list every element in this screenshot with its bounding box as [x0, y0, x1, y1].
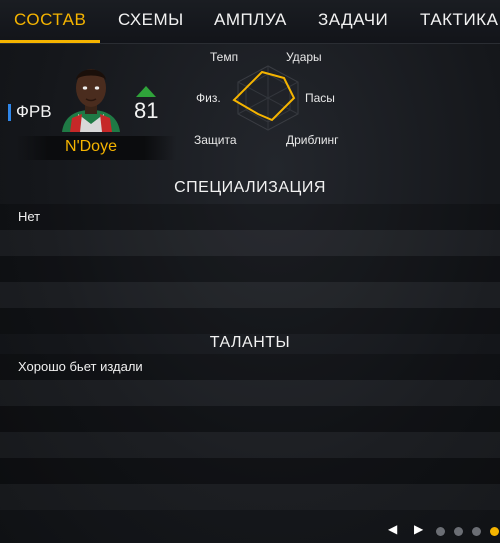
list-row	[0, 458, 500, 484]
list-row	[0, 230, 500, 256]
radar-label-physical: Физ.	[196, 91, 221, 105]
list-row	[0, 484, 500, 510]
tab-squad[interactable]: СОСТАВ	[14, 10, 86, 30]
chevron-right-icon[interactable]: ▶	[414, 522, 423, 536]
traits-title: ТАЛАНТЫ	[209, 334, 291, 351]
tab-formations[interactable]: СХЕМЫ	[118, 10, 184, 30]
player-card[interactable]: ФРВ 81 N'Doye	[6, 56, 176, 166]
specialization-value: Нет	[18, 209, 41, 224]
radar-label-passing: Пасы	[305, 91, 335, 105]
radar-label-defending: Защита	[194, 133, 237, 147]
page-dot-active[interactable]	[490, 527, 499, 536]
list-row	[0, 282, 500, 308]
player-name: N'Doye	[65, 138, 117, 155]
list-row	[0, 308, 500, 334]
radar-label-dribbling: Дриблинг	[286, 133, 339, 147]
specialization-row: Нет	[0, 204, 500, 230]
attribute-radar-chart: Темп Удары Пасы Дриблинг Защита Физ.	[188, 46, 348, 150]
chevron-left-icon[interactable]: ◀	[388, 522, 397, 536]
page-dot[interactable]	[472, 527, 481, 536]
player-avatar	[58, 58, 124, 132]
tab-tactics[interactable]: ТАКТИКА	[420, 10, 498, 30]
tab-roles[interactable]: АМПЛУА	[214, 10, 287, 30]
list-row	[0, 256, 500, 282]
top-navigation: СОСТАВ СХЕМЫ АМПЛУА ЗАДАЧИ ТАКТИКА	[0, 0, 500, 44]
page-dot[interactable]	[436, 527, 445, 536]
page-navigation: ◀ ▶	[380, 519, 500, 543]
list-row	[0, 380, 500, 406]
page-dot[interactable]	[454, 527, 463, 536]
player-position: ФРВ	[16, 102, 52, 121]
player-rating: 81	[134, 98, 159, 123]
tab-instructions[interactable]: ЗАДАЧИ	[318, 10, 388, 30]
up-arrow-icon	[136, 86, 156, 97]
radar-label-shooting: Удары	[286, 50, 322, 64]
list-row	[0, 432, 500, 458]
radar-label-pace: Темп	[210, 50, 239, 64]
trait-value: Хорошо бьет издали	[18, 359, 143, 374]
position-color-marker	[8, 104, 11, 121]
trait-row: Хорошо бьет издали	[0, 354, 500, 380]
list-row	[0, 406, 500, 432]
specialization-title: СПЕЦИАЛИЗАЦИЯ	[174, 179, 326, 196]
